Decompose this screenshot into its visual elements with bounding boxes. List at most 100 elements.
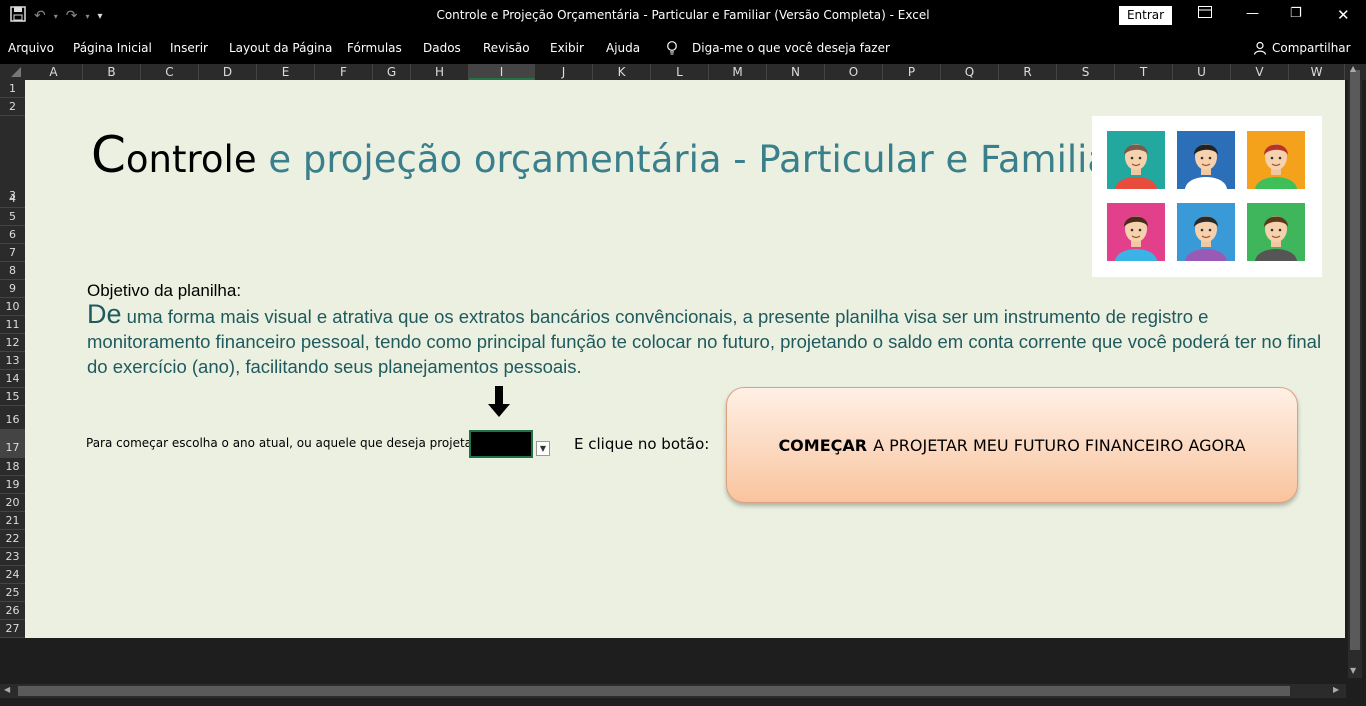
- column-header[interactable]: R: [999, 64, 1057, 80]
- title-dark-part: ontrole: [125, 138, 257, 181]
- row-header[interactable]: 14: [0, 370, 25, 388]
- select-all-corner[interactable]: [0, 64, 25, 80]
- row-header[interactable]: 22: [0, 530, 25, 548]
- column-header[interactable]: N: [767, 64, 825, 80]
- sign-in-button[interactable]: Entrar: [1119, 6, 1172, 25]
- vertical-scrollbar[interactable]: ▲ ▼: [1348, 64, 1362, 678]
- year-dropdown-button[interactable]: ▼: [536, 441, 550, 456]
- click-prompt-label: E clique no botão:: [574, 435, 710, 453]
- title-teal-part: e projeção orçamentária - Particular e F…: [256, 138, 1126, 181]
- column-header[interactable]: O: [825, 64, 883, 80]
- row-header-selected[interactable]: 17: [0, 430, 25, 458]
- column-header-selected[interactable]: I: [469, 64, 535, 80]
- tab-pagina-inicial[interactable]: Página Inicial: [73, 41, 152, 55]
- tab-inserir[interactable]: Inserir: [170, 41, 208, 55]
- row-header[interactable]: 6: [0, 226, 25, 244]
- scroll-down-icon[interactable]: ▼: [1350, 666, 1356, 675]
- row-header[interactable]: 8: [0, 262, 25, 280]
- avatar-woman-dark-hair-icon: [1177, 203, 1235, 261]
- year-prompt-label: Para começar escolha o ano atual, ou aqu…: [86, 436, 481, 450]
- column-header[interactable]: M: [709, 64, 767, 80]
- column-header[interactable]: K: [593, 64, 651, 80]
- scroll-right-icon[interactable]: ▶: [1333, 685, 1339, 694]
- row-header[interactable]: 2: [0, 98, 25, 116]
- row-header[interactable]: 21: [0, 512, 25, 530]
- tab-layout-da-pagina[interactable]: Layout da Página: [229, 41, 332, 55]
- year-select-cell[interactable]: [469, 430, 533, 458]
- start-projection-button[interactable]: COMEÇAR A PROJETAR MEU FUTURO FINANCEIRO …: [726, 387, 1298, 503]
- column-header[interactable]: V: [1231, 64, 1289, 80]
- column-header[interactable]: E: [257, 64, 315, 80]
- row-header[interactable]: 15: [0, 388, 25, 406]
- ribbon-tab-bar: Arquivo Página Inicial Inserir Layout da…: [0, 32, 1366, 64]
- column-header[interactable]: F: [315, 64, 373, 80]
- row-header[interactable]: 19: [0, 476, 25, 494]
- family-avatars-image: [1092, 116, 1322, 277]
- tab-revisao[interactable]: Revisão: [483, 41, 530, 55]
- objective-body: uma forma mais visual e atrativa que os …: [87, 306, 1322, 377]
- worksheet-area[interactable]: Controle e projeção orçamentária - Parti…: [25, 80, 1345, 638]
- row-header[interactable]: 12: [0, 334, 25, 352]
- row-header[interactable]: 25: [0, 584, 25, 602]
- horizontal-scrollbar[interactable]: ◀ ▶: [0, 684, 1346, 698]
- row-header[interactable]: 23: [0, 548, 25, 566]
- column-header[interactable]: G: [373, 64, 411, 80]
- close-icon[interactable]: ✕: [1337, 6, 1350, 24]
- objective-text: De uma forma mais visual e atrativa que …: [87, 299, 1327, 379]
- column-header[interactable]: J: [535, 64, 593, 80]
- sheet-title: Controle e projeção orçamentária - Parti…: [91, 126, 1125, 184]
- column-header[interactable]: W: [1289, 64, 1345, 80]
- column-header[interactable]: H: [411, 64, 469, 80]
- row-header[interactable]: 13: [0, 352, 25, 370]
- column-header[interactable]: P: [883, 64, 941, 80]
- tell-me-search[interactable]: Diga-me o que você deseja fazer: [692, 41, 890, 55]
- scroll-up-icon[interactable]: ▲: [1350, 64, 1356, 73]
- objective-label: Objetivo da planilha:: [87, 281, 242, 300]
- row-header[interactable]: 16: [0, 406, 25, 430]
- restore-icon[interactable]: ❐: [1290, 6, 1302, 21]
- title-initial: C: [91, 126, 126, 184]
- avatar-man-suit-icon: [1247, 203, 1305, 261]
- column-header[interactable]: U: [1173, 64, 1231, 80]
- row-header[interactable]: 24: [0, 566, 25, 584]
- avatar-man-tie-icon: [1177, 131, 1235, 189]
- horizontal-scroll-thumb[interactable]: [18, 686, 1290, 696]
- column-header-bar: A B C D E F G H I J K L M N O P Q R S T …: [0, 64, 1366, 80]
- vertical-scroll-thumb[interactable]: [1350, 70, 1360, 650]
- start-button-text: A PROJETAR MEU FUTURO FINANCEIRO AGORA: [873, 435, 1246, 455]
- avatar-girl-icon: [1247, 131, 1305, 189]
- scroll-left-icon[interactable]: ◀: [4, 685, 10, 694]
- column-header[interactable]: L: [651, 64, 709, 80]
- row-header[interactable]: 4: [0, 190, 25, 208]
- column-header[interactable]: T: [1115, 64, 1173, 80]
- row-header[interactable]: 1: [0, 80, 25, 98]
- objective-dropcap: De: [87, 299, 122, 329]
- share-button[interactable]: Compartilhar: [1272, 41, 1351, 55]
- column-header[interactable]: S: [1057, 64, 1115, 80]
- column-header[interactable]: B: [83, 64, 141, 80]
- row-header[interactable]: 11: [0, 316, 25, 334]
- arrow-down-icon: [488, 386, 510, 418]
- ribbon-display-icon[interactable]: [1198, 6, 1212, 22]
- tab-exibir[interactable]: Exibir: [550, 41, 584, 55]
- column-header[interactable]: Q: [941, 64, 999, 80]
- row-header[interactable]: 20: [0, 494, 25, 512]
- minimize-icon[interactable]: —: [1246, 6, 1259, 21]
- column-header[interactable]: A: [25, 64, 83, 80]
- column-header[interactable]: D: [199, 64, 257, 80]
- tab-arquivo[interactable]: Arquivo: [8, 41, 54, 55]
- avatar-boy-icon: [1107, 203, 1165, 261]
- row-header[interactable]: 18: [0, 458, 25, 476]
- column-header[interactable]: C: [141, 64, 199, 80]
- tab-formulas[interactable]: Fórmulas: [347, 41, 402, 55]
- tab-dados[interactable]: Dados: [423, 41, 461, 55]
- row-header[interactable]: 9: [0, 280, 25, 298]
- row-header[interactable]: 27: [0, 620, 25, 638]
- chevron-down-icon: ▼: [539, 444, 547, 453]
- tab-ajuda[interactable]: Ajuda: [606, 41, 640, 55]
- row-header[interactable]: 26: [0, 602, 25, 620]
- row-header[interactable]: 7: [0, 244, 25, 262]
- row-header[interactable]: 10: [0, 298, 25, 316]
- row-header[interactable]: 5: [0, 208, 25, 226]
- sheet-bottom-area: [0, 638, 1346, 678]
